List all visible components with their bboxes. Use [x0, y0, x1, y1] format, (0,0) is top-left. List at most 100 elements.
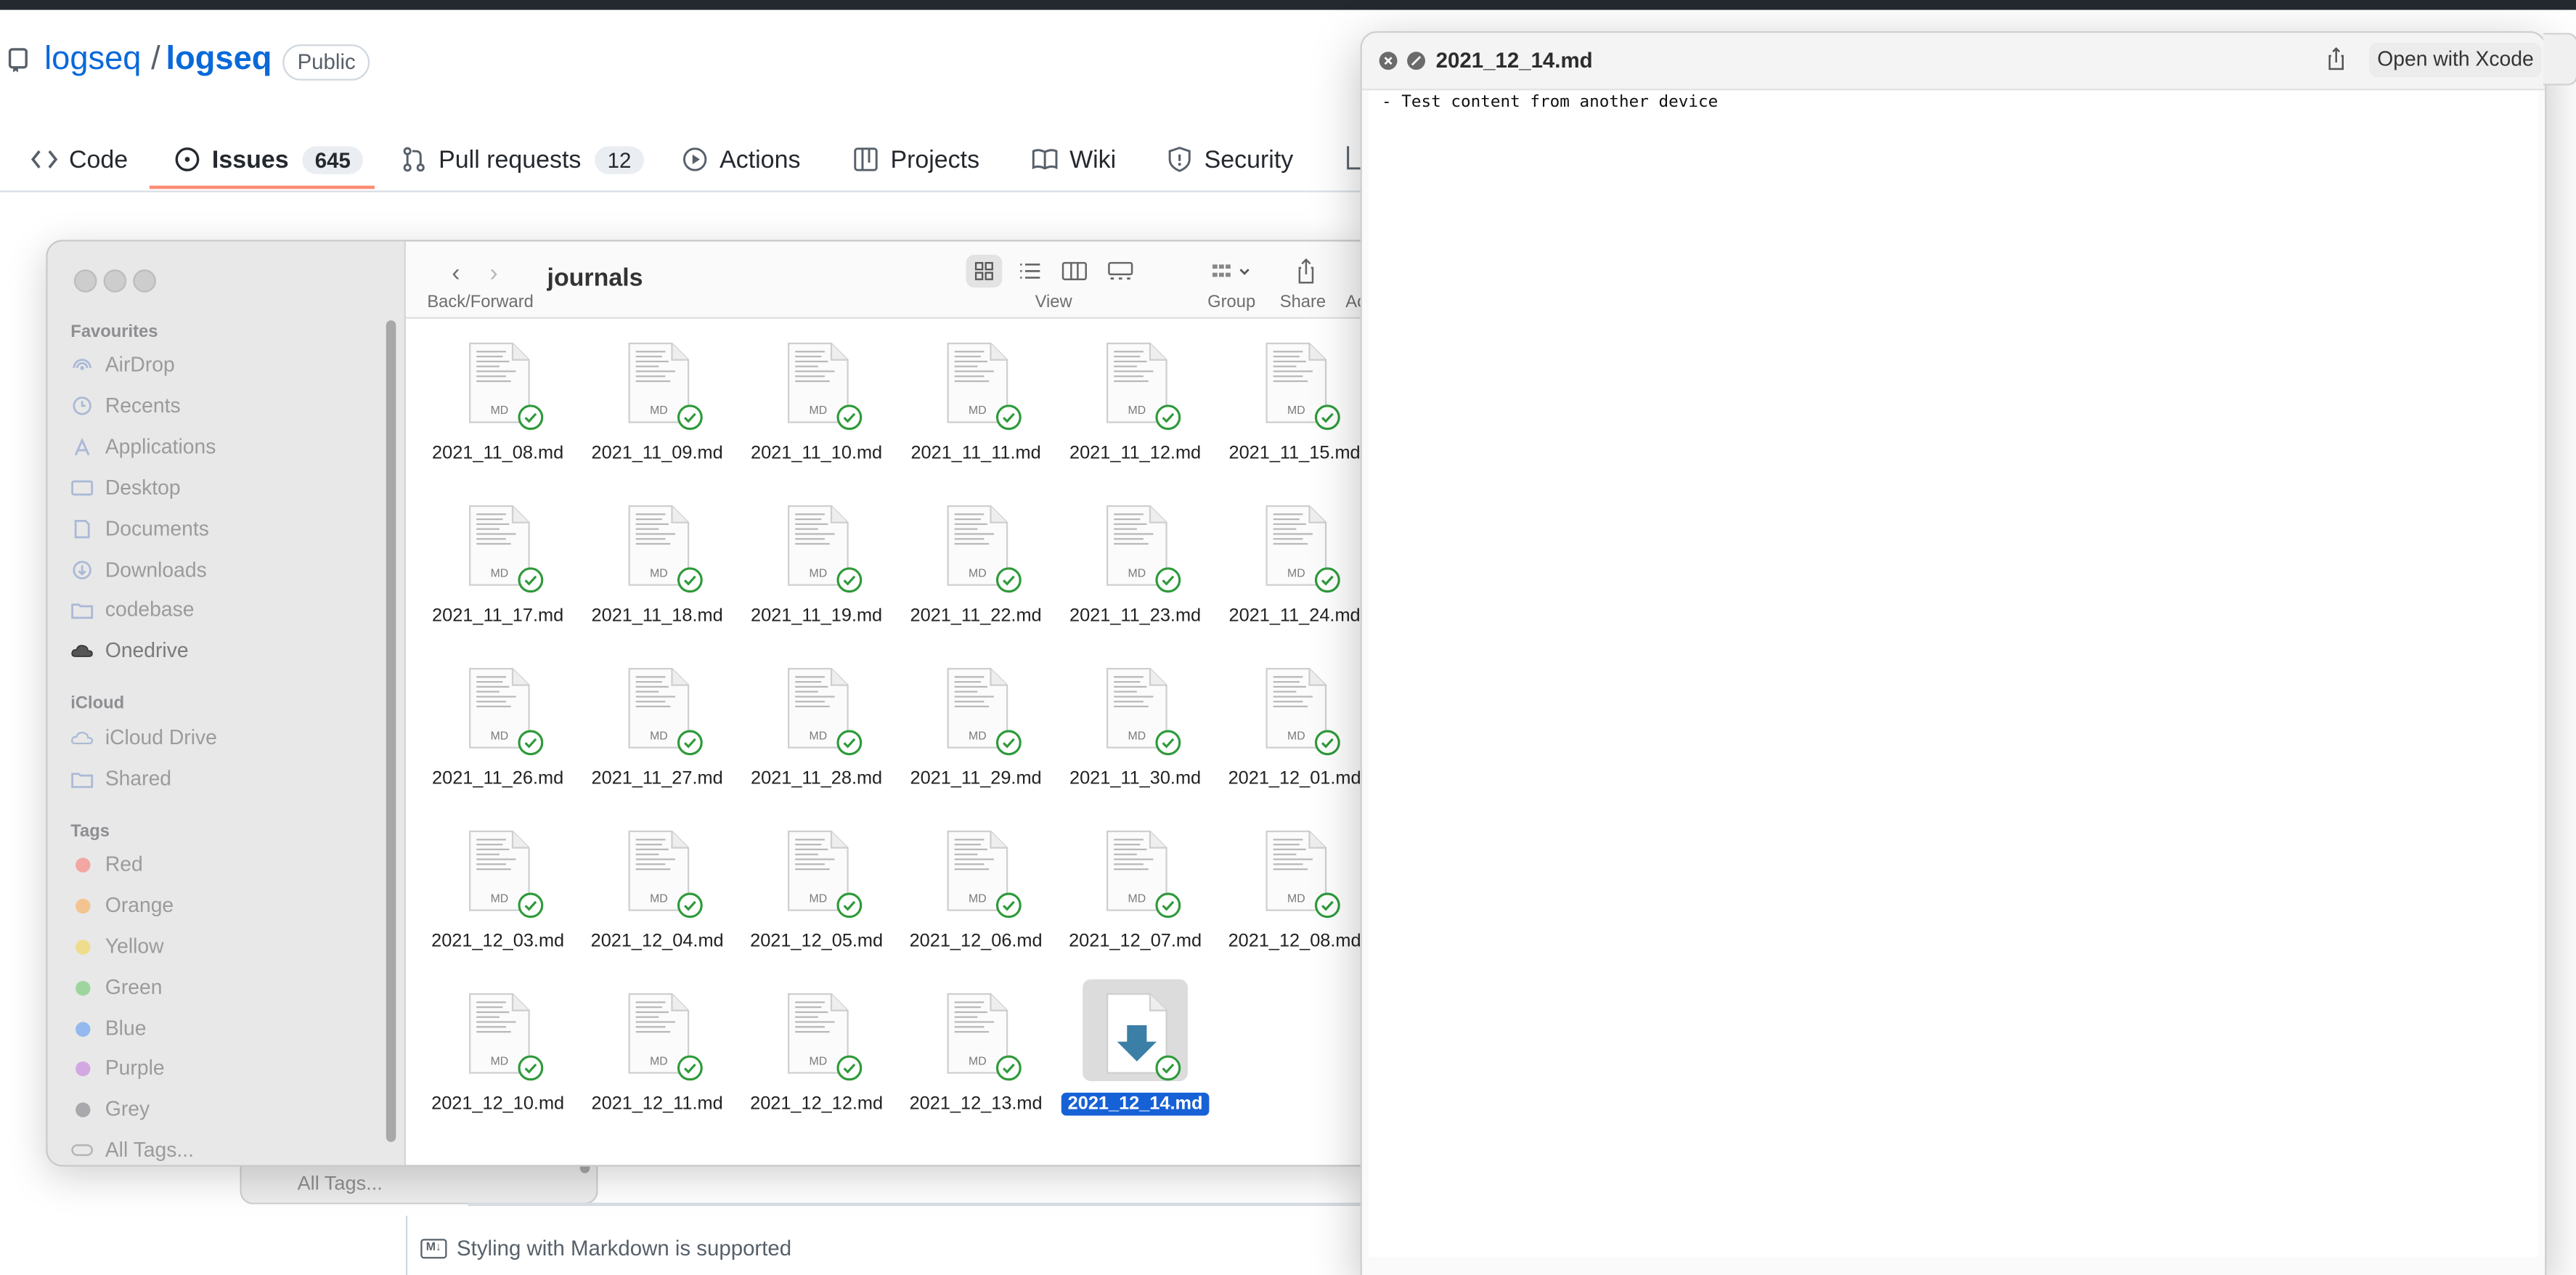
synced-check-icon [518, 567, 544, 593]
svg-text:MD: MD [1128, 730, 1146, 742]
file-item[interactable]: MD 2021_12_03.md [423, 812, 574, 969]
sidebar-tag-purple[interactable]: Purple [70, 1051, 165, 1084]
file-item[interactable]: MD 2021_11_26.md [423, 649, 574, 807]
sidebar-tag-yellow[interactable]: Yellow [70, 930, 164, 963]
file-item[interactable]: MD 2021_12_08.md [1219, 812, 1362, 969]
close-window-button[interactable] [73, 269, 97, 293]
synced-check-icon [995, 567, 1022, 593]
forward-button[interactable]: › [489, 260, 497, 288]
file-item[interactable]: MD 2021_11_12.md [1060, 324, 1211, 481]
sidebar-item-airdrop[interactable]: AirDrop [70, 349, 175, 381]
sidebar-all-tags[interactable]: All Tags... [70, 1133, 194, 1165]
file-item[interactable]: MD 2021_12_13.md [900, 974, 1051, 1132]
sidebar-item-icloud-drive[interactable]: iCloud Drive [70, 721, 217, 754]
tab-issues[interactable]: Issues 645 [174, 135, 364, 184]
file-item[interactable]: 2021_12_14.md [1060, 974, 1211, 1132]
icon-view-button[interactable] [966, 254, 1003, 288]
file-item[interactable]: MD 2021_11_18.md [582, 486, 733, 644]
file-name: 2021_11_22.md [884, 606, 1067, 626]
file-name-text: 2021_12_06.md [909, 932, 1043, 952]
svg-text:MD: MD [1128, 404, 1146, 417]
file-item[interactable]: MD 2021_11_30.md [1060, 649, 1211, 807]
file-item[interactable]: MD 2021_12_10.md [423, 974, 574, 1132]
file-item[interactable]: MD 2021_11_15.md [1219, 324, 1362, 481]
file-item[interactable]: MD 2021_12_01.md [1219, 649, 1362, 807]
file-item[interactable]: MD 2021_12_05.md [741, 812, 892, 969]
sidebar-item-onedrive[interactable]: Onedrive [70, 634, 189, 667]
share-button[interactable] [1288, 255, 1324, 288]
sidebar-tag-orange[interactable]: Orange [70, 889, 174, 921]
quicklook-titlebar: 2021_12_14.md Open with Xcode [1361, 33, 2546, 91]
file-item[interactable]: MD 2021_11_28.md [741, 649, 892, 807]
file-name-text: 2021_11_09.md [591, 443, 723, 464]
tab-pull-requests[interactable]: Pull requests 12 [401, 135, 645, 184]
sidebar-item-label: All Tags... [105, 1138, 194, 1162]
file-item[interactable]: MD 2021_11_19.md [741, 486, 892, 644]
synced-check-icon [677, 730, 703, 756]
file-item[interactable]: MD 2021_12_12.md [741, 974, 892, 1132]
sidebar-tag-blue[interactable]: Blue [70, 1012, 146, 1045]
repo-owner-link[interactable]: logseq [44, 41, 141, 79]
repo-name-link[interactable]: logseq [166, 41, 272, 79]
tab-code[interactable]: Code [30, 135, 128, 184]
group-button[interactable] [1207, 255, 1257, 288]
sidebar-item-applications[interactable]: Applications [70, 431, 216, 463]
share-icon[interactable] [2325, 46, 2348, 72]
sidebar-item-shared[interactable]: Shared [70, 762, 171, 795]
file-item[interactable]: MD 2021_11_11.md [900, 324, 1051, 481]
column-view-button[interactable] [1056, 255, 1093, 288]
file-item[interactable]: MD 2021_11_27.md [582, 649, 733, 807]
finder-toolbar: ‹ › Back/Forward journals View Group Sha… [405, 241, 1362, 319]
background-window-edge [2543, 33, 2576, 86]
gallery-view-button[interactable] [1102, 255, 1138, 288]
file-item[interactable]: MD 2021_11_24.md [1219, 486, 1362, 644]
download-icon [73, 561, 91, 579]
open-with-xcode-button[interactable]: Open with Xcode [2368, 42, 2543, 78]
list-view-button[interactable] [1012, 255, 1048, 288]
file-name-text: 2021_11_19.md [751, 606, 883, 627]
sidebar-item-recents[interactable]: Recents [70, 389, 181, 422]
file-item[interactable]: MD 2021_12_04.md [582, 812, 733, 969]
svg-text:MD: MD [650, 1055, 668, 1067]
zoom-window-button[interactable] [133, 269, 156, 293]
sidebar-item-desktop[interactable]: Desktop [70, 471, 181, 504]
file-item[interactable]: MD 2021_11_17.md [423, 486, 574, 644]
file-item[interactable]: MD 2021_11_29.md [900, 649, 1051, 807]
sidebar-scrollbar[interactable] [386, 320, 396, 1142]
file-item[interactable]: MD 2021_12_11.md [582, 974, 733, 1132]
airdrop-icon [73, 359, 91, 370]
close-icon[interactable] [1378, 51, 1398, 70]
markdown-icon: M↓ [420, 1238, 447, 1258]
sidebar-item-label: Green [105, 976, 163, 999]
file-item[interactable]: MD 2021_12_07.md [1060, 812, 1211, 969]
sidebar-tag-red[interactable]: Red [70, 848, 143, 881]
sidebar-tag-grey[interactable]: Grey [70, 1093, 150, 1125]
sidebar-item-downloads[interactable]: Downloads [70, 554, 207, 587]
tab-wiki[interactable]: Wiki [1032, 135, 1116, 184]
file-name-text: 2021_11_27.md [591, 769, 723, 789]
file-item[interactable]: MD 2021_11_09.md [582, 324, 733, 481]
file-name-text: 2021_11_26.md [432, 769, 564, 789]
synced-check-icon [1155, 567, 1181, 593]
tab-projects[interactable]: Projects [852, 135, 979, 184]
file-item[interactable]: MD 2021_12_06.md [900, 812, 1051, 969]
minimize-window-button[interactable] [103, 269, 127, 293]
sidebar-item-documents[interactable]: Documents [70, 513, 209, 545]
file-item[interactable]: MD 2021_11_23.md [1060, 486, 1211, 644]
play-icon [682, 147, 707, 171]
sidebar-item-label: Downloads [105, 558, 207, 582]
svg-text:MD: MD [650, 892, 668, 905]
grid-icon [974, 261, 993, 280]
sidebar-tag-green[interactable]: Green [70, 971, 162, 1003]
file-item[interactable]: MD 2021_11_10.md [741, 324, 892, 481]
tab-security[interactable]: Security [1167, 135, 1293, 184]
tab-actions[interactable]: Actions [682, 135, 800, 184]
file-name: 2021_11_09.md [565, 444, 749, 463]
file-item[interactable]: MD 2021_11_08.md [423, 324, 574, 481]
fullscreen-icon[interactable] [1406, 51, 1426, 70]
file-item[interactable]: MD 2021_11_22.md [900, 486, 1051, 644]
file-name-text: 2021_12_05.md [750, 932, 884, 952]
sidebar-item-codebase[interactable]: codebase [70, 593, 195, 626]
back-button[interactable]: ‹ [452, 260, 460, 288]
group-label: Group [1207, 292, 1256, 312]
